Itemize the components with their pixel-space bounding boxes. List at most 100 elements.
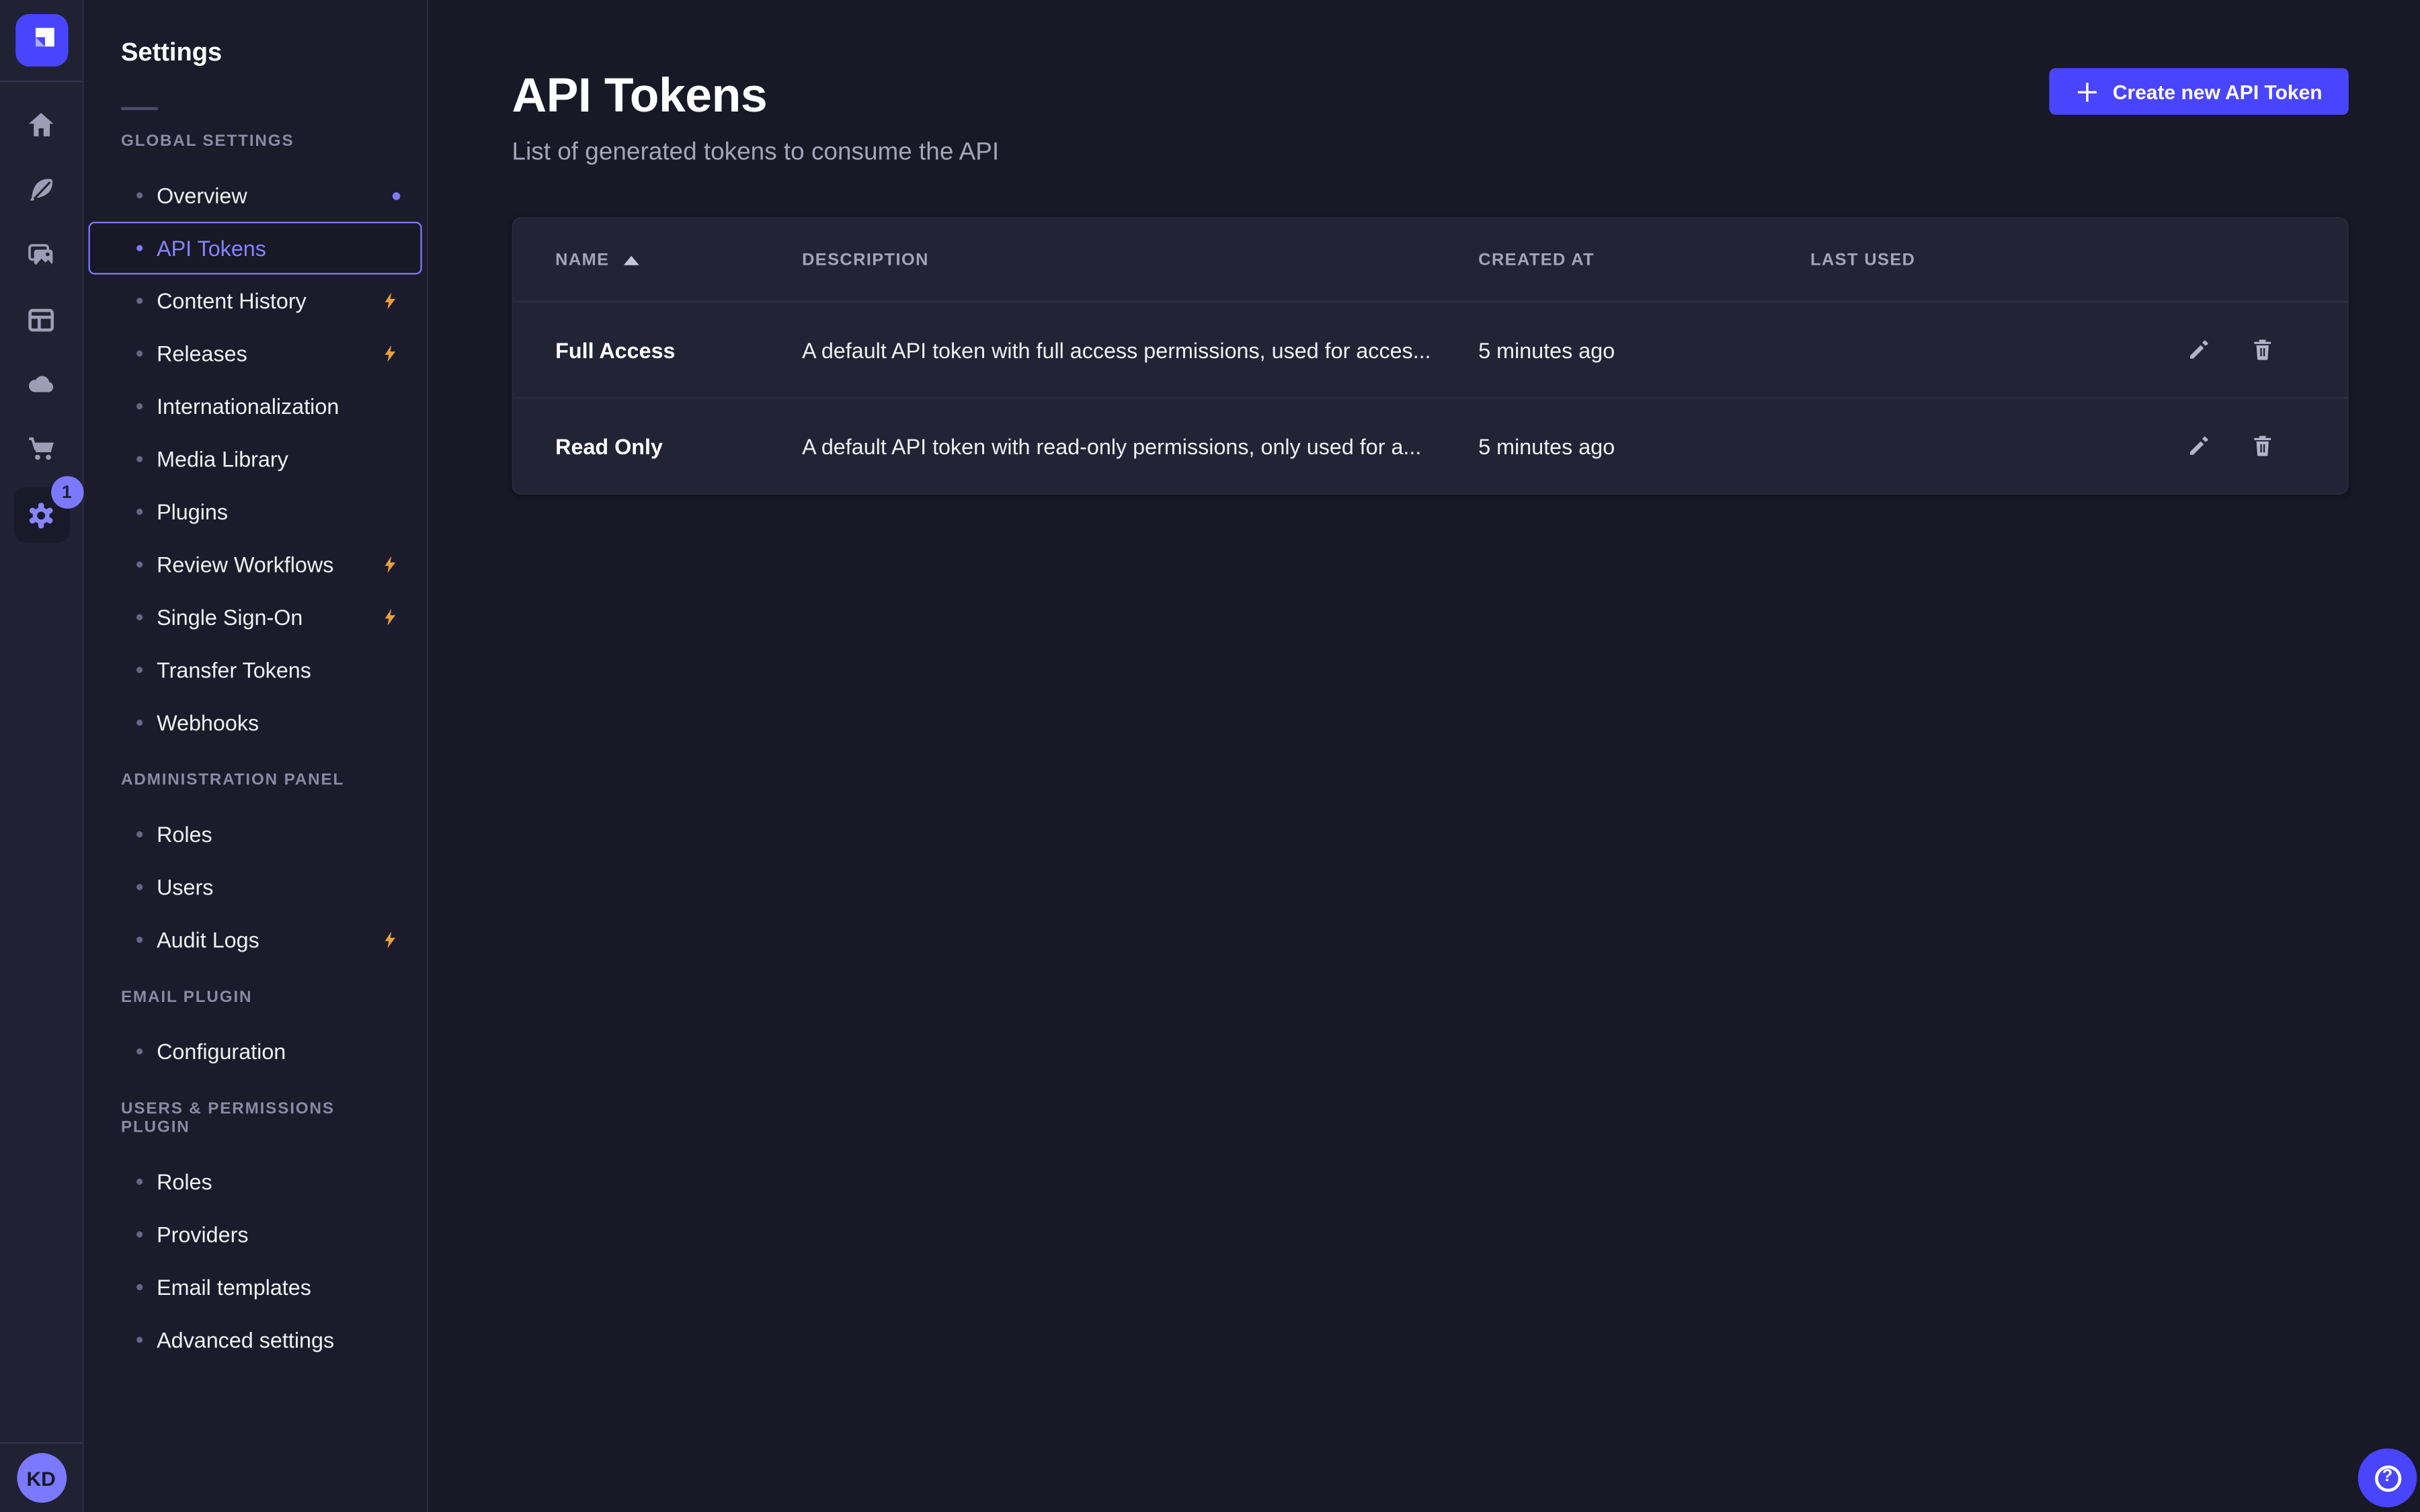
sidebar-item-roles-up[interactable]: Roles <box>89 1155 422 1208</box>
subnav-title: Settings <box>121 37 389 68</box>
subnav-section-administration-panel: ADMINISTRATION PANEL Roles Users Audit L… <box>84 771 427 966</box>
media-library-icon <box>25 238 57 270</box>
sidebar-item-media-library[interactable]: Media Library <box>89 433 422 485</box>
sidebar-item-roles-admin[interactable]: Roles <box>89 808 422 860</box>
page-header-titles: API Tokens List of generated tokens to c… <box>512 69 1000 171</box>
table-row-read-only[interactable]: Read Only A default API token with read-… <box>514 397 2347 493</box>
sidebar-item-single-sign-on[interactable]: Single Sign-On <box>89 591 422 643</box>
bullet-icon <box>136 1231 143 1237</box>
help-button[interactable]: ? <box>2358 1448 2417 1507</box>
subnav-section-global-settings: GLOBAL SETTINGS Overview API Tokens Cont… <box>84 132 427 749</box>
sidebar-item-audit-logs[interactable]: Audit Logs <box>89 913 422 966</box>
bullet-icon <box>136 192 143 198</box>
section-label: GLOBAL SETTINGS <box>121 132 389 151</box>
subnav-section-email-plugin: EMAIL PLUGIN Configuration <box>84 988 427 1078</box>
bullet-icon <box>136 667 143 673</box>
notification-dot-icon <box>393 192 401 200</box>
rail-bottom: KD <box>0 1442 82 1512</box>
sidebar-item-configuration[interactable]: Configuration <box>89 1025 422 1077</box>
token-name: Read Only <box>555 433 802 458</box>
marketplace-button[interactable] <box>10 419 72 480</box>
layout-icon <box>25 303 57 335</box>
sidebar-item-transfer-tokens[interactable]: Transfer Tokens <box>89 644 422 696</box>
gear-icon <box>24 497 59 533</box>
divider <box>121 107 158 110</box>
section-label: ADMINISTRATION PANEL <box>121 771 389 790</box>
column-header-created-at: CREATED AT <box>1478 251 1810 269</box>
bullet-icon <box>136 245 143 251</box>
settings-subnav: Settings GLOBAL SETTINGS Overview API To… <box>84 0 428 1512</box>
delete-button[interactable] <box>2247 430 2277 461</box>
media-library-button[interactable] <box>10 223 72 285</box>
delete-button[interactable] <box>2247 334 2277 365</box>
lightning-icon <box>380 341 400 366</box>
divider <box>0 1442 82 1443</box>
token-created-at: 5 minutes ago <box>1478 337 1810 362</box>
column-header-name[interactable]: NAME <box>555 251 802 269</box>
sidebar-item-api-tokens[interactable]: API Tokens <box>89 222 422 274</box>
home-button[interactable] <box>10 93 72 155</box>
sidebar-item-providers[interactable]: Providers <box>89 1208 422 1261</box>
row-actions <box>2142 430 2305 461</box>
plus-icon <box>2075 80 2099 103</box>
edit-button[interactable] <box>2183 430 2214 461</box>
section-label: EMAIL PLUGIN <box>121 988 389 1007</box>
sidebar-item-advanced-settings[interactable]: Advanced settings <box>89 1314 422 1366</box>
content-manager-button[interactable] <box>10 158 72 220</box>
page-subtitle: List of generated tokens to consume the … <box>512 136 1000 171</box>
strapi-logo[interactable] <box>15 14 67 67</box>
edit-button[interactable] <box>2183 334 2214 365</box>
sidebar-item-email-templates[interactable]: Email templates <box>89 1261 422 1313</box>
main-nav-rail: 1 KD <box>0 0 84 1512</box>
bullet-icon <box>136 831 143 837</box>
table-row-full-access[interactable]: Full Access A default API token with ful… <box>514 301 2347 397</box>
subnav-section-users-permissions: USERS & PERMISSIONS PLUGIN Roles Provide… <box>84 1099 427 1366</box>
bullet-icon <box>136 403 143 409</box>
avatar[interactable]: KD <box>16 1453 66 1503</box>
sidebar-item-plugins[interactable]: Plugins <box>89 485 422 538</box>
lightning-icon <box>380 288 400 313</box>
lightning-icon <box>380 605 400 630</box>
token-description: A default API token with read-only permi… <box>802 433 1478 458</box>
question-mark-icon: ? <box>2374 1465 2401 1491</box>
pencil-icon <box>2185 433 2211 459</box>
bullet-icon <box>136 1048 143 1054</box>
bullet-icon <box>136 614 143 620</box>
trash-icon <box>2249 433 2275 459</box>
sidebar-item-review-workflows[interactable]: Review Workflows <box>89 538 422 591</box>
sidebar-item-overview[interactable]: Overview <box>89 169 422 222</box>
column-header-description: DESCRIPTION <box>802 251 1478 269</box>
sidebar-item-users[interactable]: Users <box>89 861 422 913</box>
sidebar-item-releases[interactable]: Releases <box>89 327 422 380</box>
bullet-icon <box>136 720 143 726</box>
main-content: API Tokens List of generated tokens to c… <box>428 0 2420 1512</box>
rail-icon-list: 1 <box>10 93 72 546</box>
bullet-icon <box>136 1179 143 1185</box>
bullet-icon <box>136 298 143 304</box>
section-label: USERS & PERMISSIONS PLUGIN <box>121 1099 389 1136</box>
bullet-icon <box>136 456 143 462</box>
cloud-button[interactable] <box>10 353 72 415</box>
bullet-icon <box>136 937 143 943</box>
subnav-header: Settings <box>84 0 427 110</box>
sidebar-item-content-history[interactable]: Content History <box>89 274 422 327</box>
sidebar-item-internationalization[interactable]: Internationalization <box>89 380 422 432</box>
token-description: A default API token with full access per… <box>802 337 1478 362</box>
feather-icon <box>25 173 57 205</box>
column-header-last-used: LAST USED <box>1810 251 2142 269</box>
row-actions <box>2142 334 2305 365</box>
bullet-icon <box>136 1337 143 1343</box>
sort-ascending-icon <box>623 255 639 265</box>
strapi-logo-icon <box>15 14 67 67</box>
bullet-icon <box>136 561 143 567</box>
api-tokens-table: NAME DESCRIPTION CREATED AT LAST USED Fu… <box>512 217 2349 495</box>
create-api-token-button[interactable]: Create new API Token <box>2049 69 2349 115</box>
sidebar-item-webhooks[interactable]: Webhooks <box>89 696 422 749</box>
settings-button[interactable]: 1 <box>13 487 69 543</box>
settings-badge: 1 <box>50 476 83 508</box>
lightning-icon <box>380 927 400 952</box>
cloud-icon <box>24 368 58 402</box>
table-header-row: NAME DESCRIPTION CREATED AT LAST USED <box>514 218 2347 300</box>
content-type-builder-button[interactable] <box>10 288 72 350</box>
home-icon <box>25 108 57 140</box>
